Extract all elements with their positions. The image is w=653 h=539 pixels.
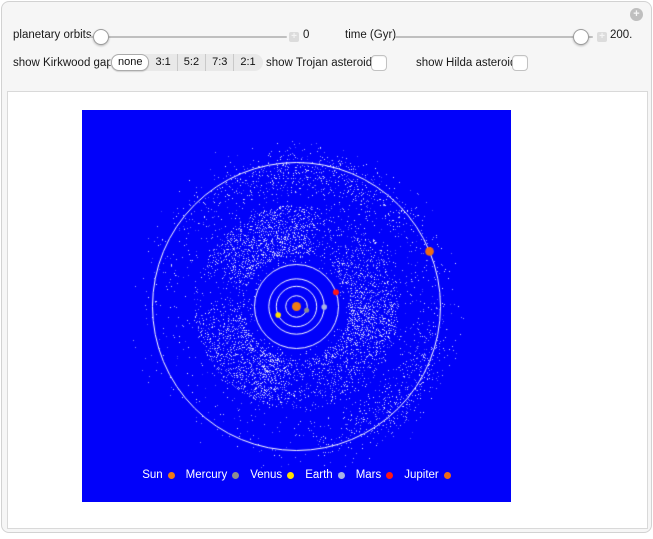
planet-legend: Sun Mercury Venus Earth Mars Jupiter xyxy=(82,469,511,481)
kirkwood-option-none[interactable]: none xyxy=(111,54,150,71)
legend-item-mercury: Mercury xyxy=(186,469,240,481)
legend-dot-icon xyxy=(386,471,394,479)
legend-item-venus: Venus xyxy=(250,469,295,481)
time-label: time (Gyr) xyxy=(345,29,397,41)
trojan-asteroids-checkbox[interactable] xyxy=(371,55,387,71)
planetary-orbits-stepper-icon[interactable]: + xyxy=(289,32,299,42)
legend-label: Mercury xyxy=(185,469,228,481)
legend-dot-icon xyxy=(232,471,240,479)
time-value: 200. xyxy=(610,29,633,41)
planetary-orbits-slider-thumb[interactable] xyxy=(92,29,109,45)
planetary-orbits-slider[interactable] xyxy=(89,29,287,45)
time-stepper-icon[interactable]: + xyxy=(597,32,607,42)
planetary-orbits-label: planetary orbits xyxy=(13,29,92,41)
kirkwood-option-3-1[interactable]: 3:1 xyxy=(149,54,176,71)
legend-item-mars: Mars xyxy=(356,469,394,481)
kirkwood-setter-bar: none 3:1 5:2 7:3 2:1 xyxy=(110,54,263,71)
legend-dot-icon xyxy=(337,471,345,479)
hilda-asteroids-checkbox[interactable] xyxy=(512,55,528,71)
legend-label: Venus xyxy=(250,469,283,481)
trojan-asteroids-label: show Trojan asteroids xyxy=(266,57,378,69)
legend-dot-icon xyxy=(167,471,175,479)
kirkwood-option-2-1[interactable]: 2:1 xyxy=(233,54,261,71)
expander-plus-circle-icon[interactable]: + xyxy=(630,8,643,21)
planetary-orbits-slider-track[interactable] xyxy=(89,36,287,38)
time-slider[interactable] xyxy=(395,29,593,45)
legend-dot-icon xyxy=(287,471,295,479)
solar-system-plot: Sun Mercury Venus Earth Mars Jupiter xyxy=(82,110,511,502)
legend-label: Jupiter xyxy=(404,469,439,481)
planetary-orbits-value: 0 xyxy=(303,29,310,41)
legend-label: Sun xyxy=(142,469,163,481)
legend-dot-icon xyxy=(443,471,451,479)
legend-label: Mars xyxy=(355,469,382,481)
manipulate-panel: + planetary orbits + 0 time (Gyr) + 200.… xyxy=(1,1,652,533)
solar-system-canvas xyxy=(82,110,511,502)
time-slider-track[interactable] xyxy=(395,36,593,38)
legend-item-sun: Sun xyxy=(142,469,175,481)
legend-item-jupiter: Jupiter xyxy=(404,469,451,481)
plot-frame: Sun Mercury Venus Earth Mars Jupiter xyxy=(7,91,648,529)
kirkwood-gaps-label: show Kirkwood gaps xyxy=(13,57,119,69)
kirkwood-option-7-3[interactable]: 7:3 xyxy=(205,54,233,71)
hilda-asteroids-label: show Hilda asteroids xyxy=(416,57,523,69)
time-slider-thumb[interactable] xyxy=(573,29,590,45)
legend-item-earth: Earth xyxy=(305,469,345,481)
legend-label: Earth xyxy=(305,469,333,481)
kirkwood-option-5-2[interactable]: 5:2 xyxy=(176,54,205,71)
